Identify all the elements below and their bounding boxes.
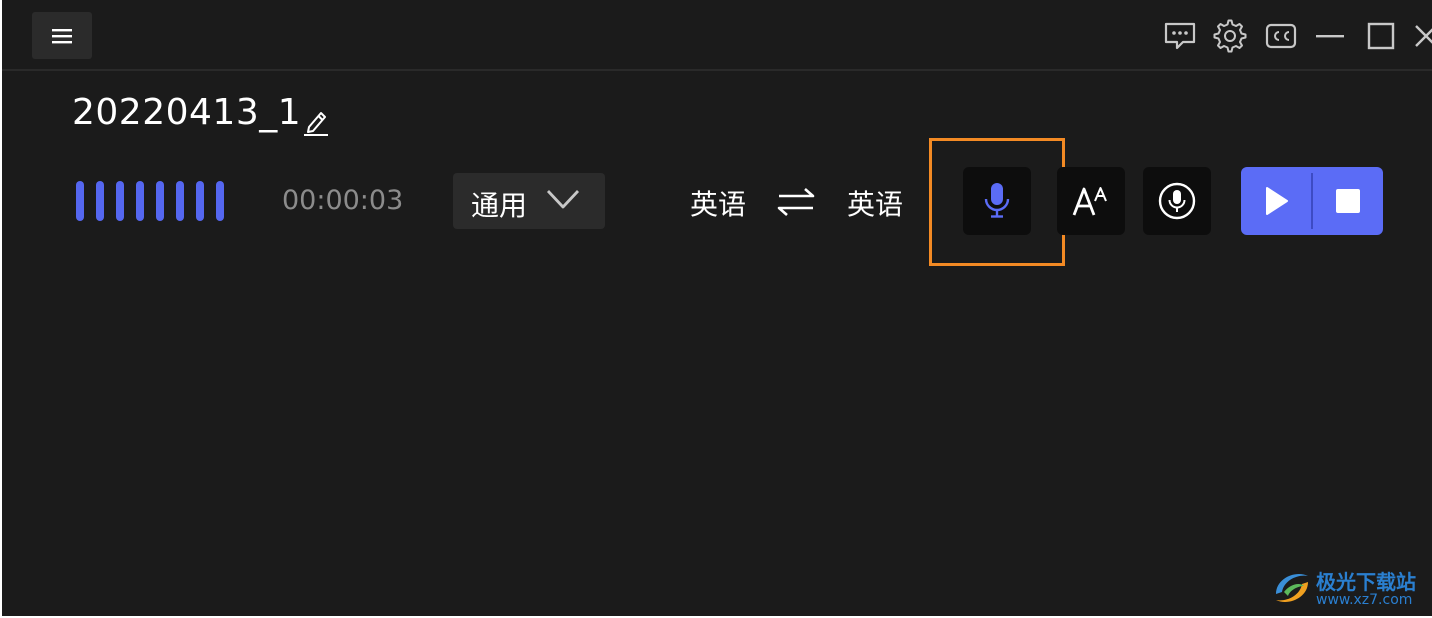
font-size-button[interactable] [1057,167,1125,235]
play-button[interactable] [1241,167,1311,235]
close-button[interactable] [1410,18,1432,54]
microphone-circle-icon [1158,182,1196,220]
level-bar [156,181,164,221]
maximize-icon [1367,22,1395,50]
feedback-button[interactable] [1162,18,1198,54]
captions-icon [1265,23,1297,49]
level-bar [216,181,224,221]
menu-button[interactable] [32,12,92,59]
settings-button[interactable] [1212,18,1248,54]
audio-source-button[interactable] [1143,167,1211,235]
level-bar [76,181,84,221]
maximize-button[interactable] [1363,18,1399,54]
level-bar [176,181,184,221]
settings-icon [1213,19,1247,53]
mode-select[interactable]: 通用 [453,173,605,229]
audio-level-meter [76,181,236,221]
elapsed-time: 00:00:03 [282,185,404,216]
playback-controls [1241,167,1383,235]
target-language[interactable]: 英语 [847,183,903,223]
hamburger-icon [52,28,72,43]
microphone-icon [984,183,1010,218]
watermark-name: 极光下载站 [1316,570,1416,594]
level-bar [116,181,124,221]
feedback-icon [1164,22,1196,50]
close-icon [1415,25,1432,47]
font-size-icon [1072,187,1107,216]
minimize-button[interactable] [1312,18,1348,54]
rename-button[interactable] [300,104,332,140]
app-window: 20220413_1 00:00:03 通用 英语 英语 极光下载站 www.x… [2,0,1432,616]
pencil-icon [304,112,328,136]
chevron-down-icon [546,190,580,209]
watermark: 极光下载站 www.xz7.com [1270,562,1432,614]
captions-button[interactable] [1263,18,1299,54]
mic-input-button[interactable] [963,167,1031,235]
play-icon [1266,187,1288,215]
minimize-icon [1316,35,1344,38]
swap-languages-icon[interactable] [776,184,816,220]
source-language[interactable]: 英语 [690,183,746,223]
level-bar [196,181,204,221]
stop-button[interactable] [1313,167,1383,235]
watermark-logo-icon [1276,574,1308,602]
recording-title: 20220413_1 [72,92,302,133]
level-bar [136,181,144,221]
watermark-url: www.xz7.com [1316,592,1413,608]
level-bar [96,181,104,221]
mode-select-value: 通用 [471,189,528,222]
title-bar [2,0,1432,71]
stop-icon [1336,189,1360,213]
